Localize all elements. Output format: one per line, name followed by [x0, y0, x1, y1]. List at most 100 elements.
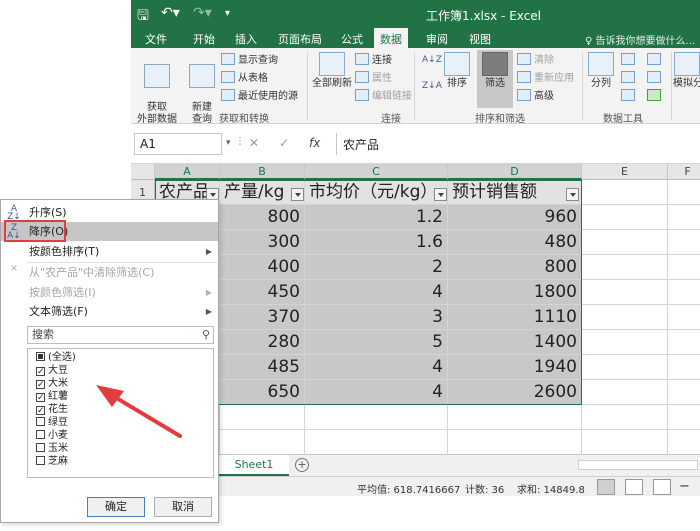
relationships-icon[interactable] [647, 71, 664, 85]
filter-list-item[interactable]: 玉米 [36, 442, 68, 455]
get-external-data-button[interactable]: 获取 外部数据 [133, 52, 181, 126]
filter-by-color-item[interactable]: 按颜色筛选(I) ▶ [1, 283, 218, 302]
recent-sources-button[interactable]: 最近使用的源 [221, 89, 298, 103]
sort-az-icon[interactable]: A↓Z [422, 54, 442, 66]
undo-icon[interactable]: ↶▾ [161, 5, 180, 21]
header-cell-sales[interactable]: 预计销售额 [448, 180, 582, 205]
filter-dropdown-price[interactable] [434, 188, 447, 201]
table-cell[interactable]: 1.2 [305, 205, 448, 230]
table-cell[interactable]: 800 [448, 255, 582, 280]
table-cell[interactable]: 1110 [448, 305, 582, 330]
empty-cell[interactable] [668, 430, 700, 455]
text-filter-item[interactable]: 文本筛选(F) ▶ [1, 302, 218, 321]
table-cell[interactable] [668, 230, 700, 255]
refresh-all-button[interactable]: 全部刷新 [309, 52, 355, 90]
sort-button[interactable]: 排序 [443, 52, 471, 90]
checkbox[interactable] [36, 417, 45, 426]
cell-e1[interactable] [582, 180, 668, 205]
table-cell[interactable]: 2 [305, 255, 448, 280]
cell-f1[interactable] [668, 180, 700, 205]
page-break-view-button[interactable] [653, 479, 671, 495]
show-query-button[interactable]: 显示查询 [221, 53, 278, 67]
table-cell[interactable] [668, 205, 700, 230]
table-cell[interactable]: 1800 [448, 280, 582, 305]
customize-toolbar-icon[interactable]: ▾ [225, 8, 230, 19]
tab-page-layout[interactable]: 页面布局 [278, 31, 322, 47]
table-cell[interactable] [582, 305, 668, 330]
table-cell[interactable] [668, 330, 700, 355]
empty-cell[interactable] [448, 405, 582, 430]
text-to-columns-button[interactable]: 分列 [586, 52, 616, 90]
empty-cell[interactable] [582, 430, 668, 455]
table-cell[interactable]: 3 [305, 305, 448, 330]
consolidate-icon[interactable] [647, 53, 664, 67]
table-cell[interactable]: 300 [220, 230, 305, 255]
filter-list-item[interactable]: ✓ 花生 [36, 403, 68, 416]
checkbox[interactable] [36, 430, 45, 439]
filter-list-item[interactable]: 芝麻 [36, 455, 68, 468]
table-cell[interactable]: 450 [220, 280, 305, 305]
enter-icon[interactable]: ✓ [279, 136, 289, 150]
advanced-filter-button[interactable]: 高级 [517, 89, 554, 103]
table-cell[interactable]: 960 [448, 205, 582, 230]
table-cell[interactable] [582, 205, 668, 230]
filter-dropdown-sales[interactable] [566, 188, 579, 201]
select-all-corner[interactable] [131, 164, 155, 180]
table-cell[interactable] [582, 280, 668, 305]
table-cell[interactable]: 4 [305, 355, 448, 380]
table-cell[interactable] [582, 230, 668, 255]
empty-cell[interactable] [305, 430, 448, 455]
table-cell[interactable] [668, 305, 700, 330]
filter-list-item[interactable]: 小麦 [36, 429, 68, 442]
empty-cell[interactable] [668, 405, 700, 430]
redo-icon[interactable]: ↷▾ [193, 5, 212, 21]
clear-filter-button[interactable]: 清除 [517, 53, 554, 67]
empty-cell[interactable] [220, 405, 305, 430]
tab-data[interactable]: 数据 [374, 28, 408, 48]
tab-formulas[interactable]: 公式 [341, 31, 363, 47]
name-box[interactable]: A1 [134, 133, 222, 155]
sort-za-icon[interactable]: Z↓A [422, 80, 442, 92]
table-cell[interactable] [582, 255, 668, 280]
table-cell[interactable]: 1.6 [305, 230, 448, 255]
cancel-button[interactable]: 取消 [154, 497, 212, 517]
table-cell[interactable]: 1940 [448, 355, 582, 380]
edit-links-button[interactable]: 编辑链接 [355, 89, 412, 103]
tab-file[interactable]: 文件 [145, 31, 167, 47]
save-icon[interactable]: 🖫 [137, 5, 149, 29]
table-cell[interactable]: 650 [220, 380, 305, 405]
checkbox[interactable] [36, 456, 45, 465]
properties-button[interactable]: 属性 [355, 71, 392, 85]
column-header-d[interactable]: D [448, 164, 582, 180]
what-if-analysis-button[interactable]: 模拟分 [673, 52, 700, 90]
empty-cell[interactable] [305, 405, 448, 430]
header-cell-price[interactable]: 市均价（元/kg） [305, 180, 448, 205]
remove-duplicates-icon[interactable] [621, 71, 638, 85]
column-header-f[interactable]: F [668, 164, 700, 180]
reapply-button[interactable]: 重新应用 [517, 71, 574, 85]
table-cell[interactable] [582, 355, 668, 380]
table-cell[interactable] [582, 330, 668, 355]
insert-function-button[interactable]: fx [309, 136, 320, 150]
cancel-icon[interactable]: ✕ [249, 136, 259, 150]
normal-view-button[interactable] [597, 479, 615, 495]
tell-me-box[interactable]: ♀ 告诉我你想要做什么... [585, 32, 695, 47]
checkbox[interactable] [36, 443, 45, 452]
tab-view[interactable]: 视图 [469, 31, 491, 47]
connections-button[interactable]: 连接 [355, 53, 392, 67]
column-header-e[interactable]: E [582, 164, 668, 180]
sort-by-color-item[interactable]: 按颜色排序(T) ▶ [1, 242, 218, 261]
filter-button[interactable]: 筛选 [477, 50, 513, 108]
filter-list-item[interactable]: 绿豆 [36, 416, 68, 429]
table-cell[interactable] [668, 380, 700, 405]
empty-cell[interactable] [220, 430, 305, 455]
table-cell[interactable]: 4 [305, 380, 448, 405]
checkbox[interactable] [36, 352, 45, 361]
flash-fill-icon[interactable] [621, 53, 638, 67]
checkbox[interactable]: ✓ [36, 393, 45, 403]
table-cell[interactable]: 800 [220, 205, 305, 230]
table-cell[interactable]: 2600 [448, 380, 582, 405]
filter-search-input[interactable]: 搜索 ⚲ [27, 326, 214, 344]
tab-insert[interactable]: 插入 [235, 31, 257, 47]
from-table-button[interactable]: 从表格 [221, 71, 268, 85]
